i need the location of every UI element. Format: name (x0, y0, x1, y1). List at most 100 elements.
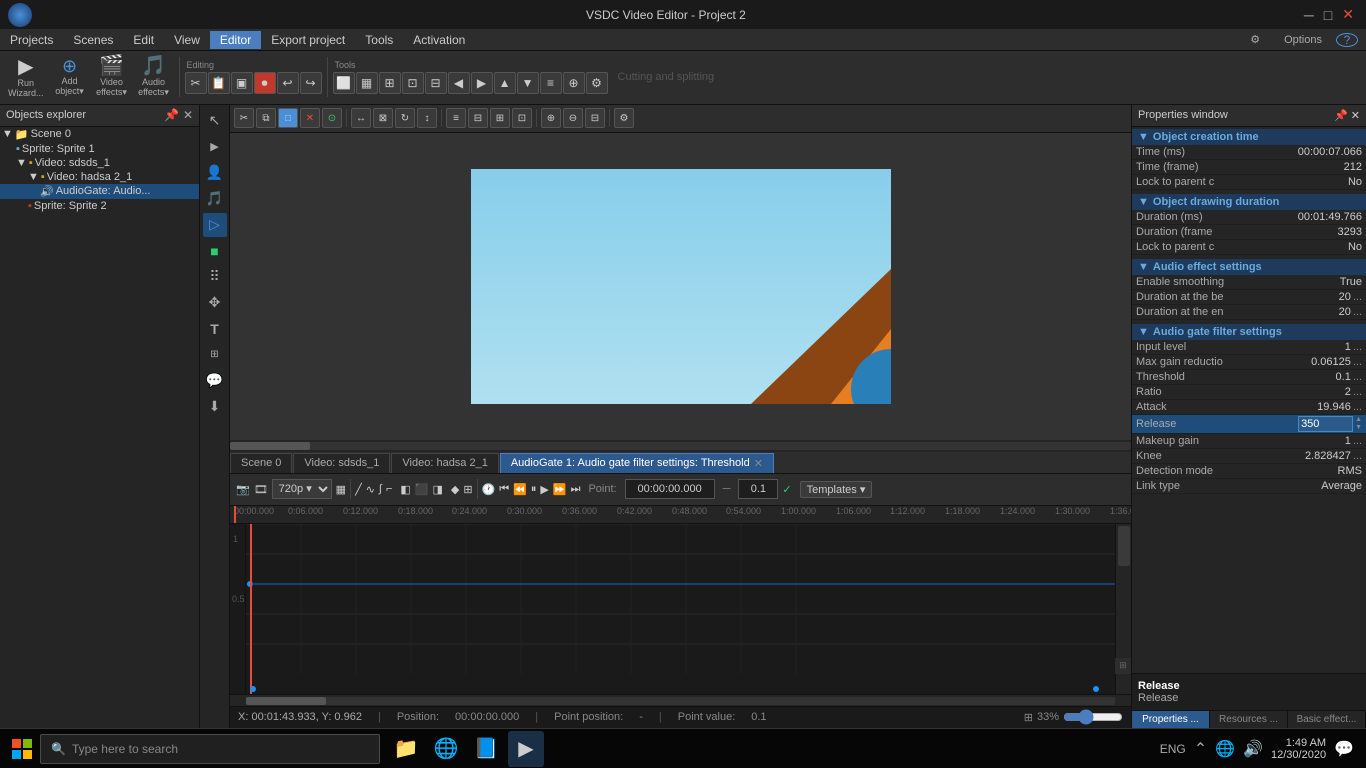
tab-resources[interactable]: Resources ... (1210, 711, 1288, 728)
taskbar-search[interactable]: 🔍 Type here to search (40, 734, 380, 764)
taskbar-app-vsdc[interactable]: ▶ (508, 731, 544, 767)
tl-confirm-icon[interactable]: ✓ (782, 483, 791, 496)
tl-end-icon[interactable]: ⏭ (571, 483, 581, 496)
tl-resolution-select[interactable]: 720p ▾ (272, 479, 332, 499)
spinner-up-icon[interactable]: ▲ (1355, 416, 1362, 424)
run-wizard-button[interactable]: ▶ RunWizard... (4, 55, 48, 100)
media-tool[interactable]: 🎵 (203, 187, 227, 211)
move-tool[interactable]: ✥ (203, 291, 227, 315)
split-tool[interactable]: ⊡ (402, 72, 424, 94)
help-icon[interactable]: ? (1336, 33, 1358, 47)
position-tool[interactable]: ⊕ (563, 72, 585, 94)
tl-line-tool[interactable]: ╱ (355, 483, 362, 496)
start-button[interactable] (4, 731, 40, 767)
tab-scene0[interactable]: Scene 0 (230, 453, 292, 473)
prop-release-spinner[interactable]: ▲ ▼ (1355, 416, 1362, 432)
zoom-slider[interactable] (1063, 709, 1123, 725)
t2-snap[interactable]: ⊡ (512, 108, 532, 128)
tree-sprite1[interactable]: ▪ Sprite: Sprite 1 (0, 142, 199, 156)
tree-root[interactable]: ▼ 📁 Scene 0 (0, 127, 199, 142)
merge-tool[interactable]: ⊟ (425, 72, 447, 94)
text-tool[interactable]: T (203, 317, 227, 341)
tab-audiogate[interactable]: AudioGate 1: Audio gate filter settings:… (500, 453, 774, 473)
hscroll-thumb[interactable] (230, 442, 310, 450)
minimize-button[interactable]: ─ (1300, 6, 1318, 23)
prop-knee-dots[interactable]: ... (1353, 450, 1362, 462)
section-drawing-header[interactable]: ▼ Object drawing duration (1132, 194, 1366, 210)
up-tool[interactable]: ▲ (494, 72, 516, 94)
cut-tool[interactable]: ✂ (185, 72, 207, 94)
options-label[interactable]: Options (1274, 32, 1332, 48)
paste-tool[interactable]: 📋 (208, 72, 230, 94)
timeline-right-handle[interactable] (1093, 686, 1099, 692)
settings-tool[interactable]: ⚙ (586, 72, 608, 94)
close-panel-icon[interactable]: ✕ (183, 108, 193, 122)
tl-diamond-icon[interactable]: ◆ (451, 483, 459, 496)
t2-delete[interactable]: ✕ (300, 108, 320, 128)
timeline-hscroll[interactable] (230, 694, 1131, 706)
volume-icon[interactable]: 🔊 (1243, 739, 1263, 759)
menu-activation[interactable]: Activation (403, 31, 475, 49)
menu-scenes[interactable]: Scenes (63, 31, 123, 49)
network-icon[interactable]: 🌐 (1215, 739, 1235, 759)
t2-flip[interactable]: ↕ (417, 108, 437, 128)
play-tool[interactable]: ▷ (203, 213, 227, 237)
timeline-vscroll[interactable]: ⊞ (1115, 524, 1131, 694)
tl-grid-icon[interactable]: ⊞ (463, 483, 472, 496)
select-all-tool[interactable]: ⬜ (333, 72, 355, 94)
tree-video1[interactable]: ▼ ▪ Video: sdsds_1 (0, 156, 199, 170)
tl-camera-icon[interactable]: 📷 (236, 483, 250, 496)
menu-edit[interactable]: Edit (123, 31, 164, 49)
redo-tool[interactable]: ↪ (300, 72, 322, 94)
run-tool[interactable]: ▶ (203, 135, 227, 159)
prop-duration-end-dots[interactable]: ... (1353, 306, 1362, 318)
tab-video-hadsa[interactable]: Video: hadsa 2_1 (391, 453, 498, 473)
prop-threshold-dots[interactable]: ... (1353, 371, 1362, 383)
pin-icon[interactable]: 📌 (164, 108, 179, 122)
section-audio-effect-header[interactable]: ▼ Audio effect settings (1132, 259, 1366, 275)
menu-tools[interactable]: Tools (355, 31, 403, 49)
tl-pause-icon[interactable]: ▶ (540, 483, 548, 496)
tl-curve-tool[interactable]: ∿ (366, 483, 375, 496)
t2-fit[interactable]: ⊟ (585, 108, 605, 128)
tl-film-icon[interactable]: 🎞 (254, 483, 268, 496)
tab-properties[interactable]: Properties ... (1132, 711, 1210, 728)
chat-tool[interactable]: 💬 (203, 369, 227, 393)
spinner-down-icon[interactable]: ▼ (1355, 424, 1362, 432)
prop-release[interactable]: Release ▲ ▼ (1132, 415, 1366, 434)
t2-grid[interactable]: ⊞ (490, 108, 510, 128)
tl-prev-icon[interactable]: ⏪ (513, 483, 527, 496)
canvas-hscroll[interactable] (230, 440, 1131, 452)
templates-button[interactable]: Templates ▾ (800, 481, 873, 498)
tab-close-icon[interactable]: ✕ (754, 457, 763, 470)
close-button[interactable]: ✕ (1338, 6, 1358, 23)
tree-audiogate[interactable]: 🔊 AudioGate: Audio... (0, 184, 199, 199)
maximize-button[interactable]: □ (1320, 6, 1336, 23)
crop-tool[interactable]: ⊞ (379, 72, 401, 94)
t2-align[interactable]: ≡ (446, 108, 466, 128)
t2-rotate[interactable]: ↻ (395, 108, 415, 128)
taskbar-app-chrome[interactable]: 🌐 (428, 731, 464, 767)
tl-align-center[interactable]: ⬛ (415, 483, 429, 496)
point-value2-input[interactable] (738, 479, 778, 499)
t2-select[interactable]: □ (278, 108, 298, 128)
tl-play-icon[interactable]: ⏸ (531, 483, 537, 496)
t2-distribute[interactable]: ⊟ (468, 108, 488, 128)
timeline-hscroll-thumb[interactable] (246, 697, 326, 705)
audio-effects-button[interactable]: 🎵 Audioeffects▾ (134, 54, 174, 100)
tree-sprite2[interactable]: ▪ Sprite: Sprite 2 (0, 199, 199, 213)
prop-makeup-gain-dots[interactable]: ... (1353, 435, 1362, 447)
tl-start-icon[interactable]: ⏮ (499, 483, 509, 496)
add-object-button[interactable]: ⊕ Addobject▾ (50, 55, 90, 99)
tab-basic-effect[interactable]: Basic effect... (1288, 711, 1366, 728)
arrow-tool[interactable]: ↖ (203, 109, 227, 133)
select-tool[interactable]: ▣ (231, 72, 253, 94)
t2-cut[interactable]: ✂ (234, 108, 254, 128)
tl-wave-tool[interactable]: ∫ (379, 483, 382, 495)
taskbar-app-word[interactable]: 📘 (468, 731, 504, 767)
table-tool[interactable]: ⊞ (203, 343, 227, 367)
record-tool[interactable]: ⏺ (254, 72, 276, 94)
prop-duration-begin-dots[interactable]: ... (1353, 291, 1362, 303)
chevron-up-icon[interactable]: ⌃ (1194, 739, 1207, 759)
t2-copy[interactable]: ⧉ (256, 108, 276, 128)
